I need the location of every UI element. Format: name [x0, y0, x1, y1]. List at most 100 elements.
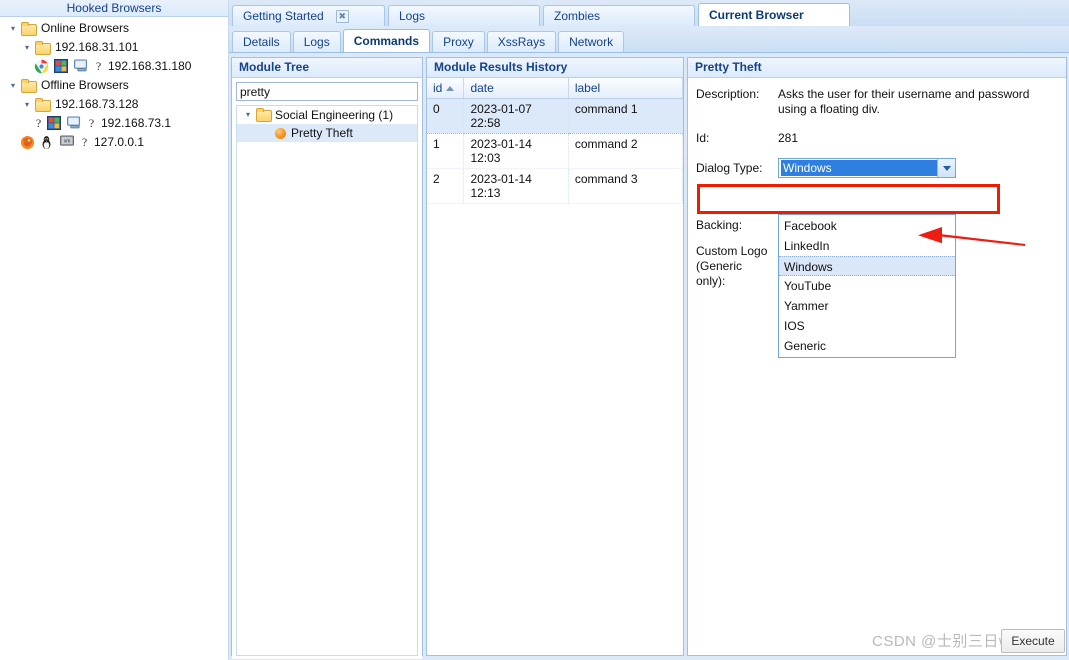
id-row: Id: 281 — [688, 117, 1066, 146]
desktop-icon — [74, 59, 90, 74]
cell-date-time: 12:03 — [470, 150, 501, 165]
linux-penguin-icon — [40, 135, 56, 150]
cell-date: 2023-01-14 12:03 — [463, 133, 569, 169]
tree-node-host-192-168-31-101[interactable]: ▾ 192.168.31.101 — [0, 38, 228, 57]
module-item-label: Pretty Theft — [291, 126, 353, 140]
description-value: Asks the user for their username and pas… — [778, 87, 1030, 116]
module-category-social-engineering[interactable]: ▾ Social Engineering (1) — [237, 106, 417, 124]
column-header-date[interactable]: date — [463, 78, 569, 99]
tab-logs-inner[interactable]: Logs — [292, 31, 341, 52]
tab-logs[interactable]: Logs — [388, 5, 540, 26]
folder-icon — [255, 108, 272, 122]
folder-icon — [34, 97, 51, 112]
module-tree-body: ▾ Social Engineering (1) Pretty Theft — [232, 82, 422, 659]
close-icon[interactable]: ✖ — [335, 9, 349, 23]
dropdown-option-windows[interactable]: Windows — [779, 256, 955, 276]
column-header-label-col[interactable]: label — [568, 78, 684, 99]
tab-label: Commands — [353, 34, 420, 48]
module-search-box[interactable] — [236, 82, 418, 101]
desktop-icon — [67, 116, 83, 131]
tree-node-browser-127-0-0-1[interactable]: vm ? 127.0.0.1 — [0, 133, 228, 152]
tree-node-online-browsers[interactable]: ▾ Online Browsers — [0, 19, 228, 38]
question-mark-icon: ? — [88, 116, 95, 130]
folder-icon — [34, 40, 51, 55]
browser-ip-label: 192.168.73.1 — [101, 116, 172, 130]
windows-logo-icon — [54, 59, 70, 74]
main-content-area: Getting Started ✖ Logs Zombies Current B… — [229, 0, 1069, 660]
module-tree-list: ▾ Social Engineering (1) Pretty Theft — [236, 105, 418, 656]
tab-label: Details — [243, 35, 280, 49]
svg-text:vm: vm — [64, 139, 71, 145]
column-header-id[interactable]: id — [427, 78, 465, 99]
dropdown-option-yammer[interactable]: Yammer — [779, 296, 955, 316]
hooked-browsers-tree: ▾ Online Browsers ▾ 192.168.31.101 ? 192… — [0, 17, 228, 152]
tree-node-label: Offline Browsers — [41, 78, 129, 92]
results-table: id date label 0 2023-01-07 22:58 command… — [427, 78, 684, 204]
cell-id: 0 — [427, 97, 465, 134]
execute-button[interactable]: Execute — [1001, 629, 1065, 653]
cell-id: 2 — [427, 168, 465, 204]
results-panel-body: id date label 0 2023-01-07 22:58 command… — [427, 78, 684, 655]
tree-node-browser-192-168-73-1[interactable]: ? ? 192.168.73.1 — [0, 114, 228, 133]
chrome-icon — [34, 59, 50, 74]
dropdown-option-linkedin[interactable]: LinkedIn — [779, 236, 955, 256]
id-value: 281 — [778, 131, 799, 145]
tab-label: Zombies — [554, 8, 601, 23]
dropdown-option-youtube[interactable]: YouTube — [779, 276, 955, 296]
module-status-orb-icon — [275, 127, 286, 139]
panels-container: Module Tree ▾ Social Engineering (1) — [229, 54, 1069, 660]
folder-icon — [20, 21, 37, 36]
question-mark-icon: ? — [35, 116, 42, 130]
collapse-arrow-icon[interactable]: ▾ — [20, 38, 34, 57]
tab-zombies[interactable]: Zombies — [543, 5, 695, 26]
tab-network[interactable]: Network — [558, 31, 625, 52]
chevron-down-icon[interactable] — [937, 159, 955, 177]
dropdown-option-generic[interactable]: Generic — [779, 336, 955, 356]
dialog-type-row: Dialog Type: Windows — [688, 158, 1066, 180]
beef-application-window: Hooked Browsers ▾ Online Browsers ▾ 192.… — [0, 0, 1069, 660]
cell-label: command 1 — [568, 97, 684, 134]
tree-node-browser-192-168-31-180[interactable]: ? 192.168.31.180 — [0, 57, 228, 76]
detail-panel-body: Description: Asks the user for their use… — [688, 78, 1066, 655]
dialog-type-label: Dialog Type: — [696, 161, 763, 175]
table-row[interactable]: 2 2023-01-14 12:13 command 3 — [427, 168, 684, 204]
vm-icon: vm — [60, 135, 76, 150]
collapse-arrow-icon[interactable]: ▾ — [241, 106, 255, 124]
tab-commands[interactable]: Commands — [342, 29, 431, 52]
tab-proxy[interactable]: Proxy — [432, 31, 485, 52]
table-row[interactable]: 0 2023-01-07 22:58 command 1 — [427, 97, 684, 134]
tab-details[interactable]: Details — [232, 31, 291, 52]
tab-xssrays[interactable]: XssRays — [486, 31, 557, 52]
dialog-type-combobox[interactable]: Windows — [778, 158, 956, 178]
tab-getting-started[interactable]: Getting Started ✖ — [232, 5, 385, 26]
column-header-label: label — [574, 80, 601, 95]
cell-label: command 2 — [568, 133, 684, 169]
tree-node-label: 192.168.73.128 — [55, 97, 139, 111]
tab-label: Network — [569, 35, 614, 49]
collapse-arrow-icon[interactable]: ▾ — [20, 95, 34, 114]
collapse-arrow-icon[interactable]: ▾ — [6, 19, 20, 38]
dropdown-option-facebook[interactable]: Facebook — [779, 216, 955, 236]
cell-date-day: 2023-01-14 — [470, 171, 532, 186]
cell-date: 2023-01-07 22:58 — [463, 97, 569, 134]
module-results-history-panel: Module Results History id date label 0 2… — [426, 57, 684, 656]
tab-current-browser[interactable]: Current Browser — [698, 3, 850, 26]
tab-label: Logs — [303, 35, 330, 49]
detail-panel-title: Pretty Theft — [688, 58, 1066, 78]
column-header-label: id — [433, 80, 443, 95]
collapse-arrow-icon[interactable]: ▾ — [6, 76, 20, 95]
module-item-pretty-theft[interactable]: Pretty Theft — [237, 124, 417, 142]
tree-node-host-192-168-73-128[interactable]: ▾ 192.168.73.128 — [0, 95, 228, 114]
cell-date-day: 2023-01-07 — [470, 101, 532, 116]
cell-id: 1 — [427, 133, 465, 169]
table-row[interactable]: 1 2023-01-14 12:03 command 2 — [427, 133, 684, 169]
annotation-highlight-box — [697, 184, 1000, 214]
tree-node-offline-browsers[interactable]: ▾ Offline Browsers — [0, 76, 228, 95]
dropdown-option-ios[interactable]: IOS — [779, 316, 955, 336]
module-search-input[interactable] — [237, 83, 417, 100]
cell-date-time: 12:13 — [470, 185, 501, 200]
question-mark-icon: ? — [81, 135, 88, 149]
windows-logo-icon — [47, 116, 63, 131]
cell-date-time: 22:58 — [470, 115, 501, 130]
dialog-type-dropdown-list[interactable]: Facebook LinkedIn Windows YouTube Yammer… — [778, 214, 956, 358]
